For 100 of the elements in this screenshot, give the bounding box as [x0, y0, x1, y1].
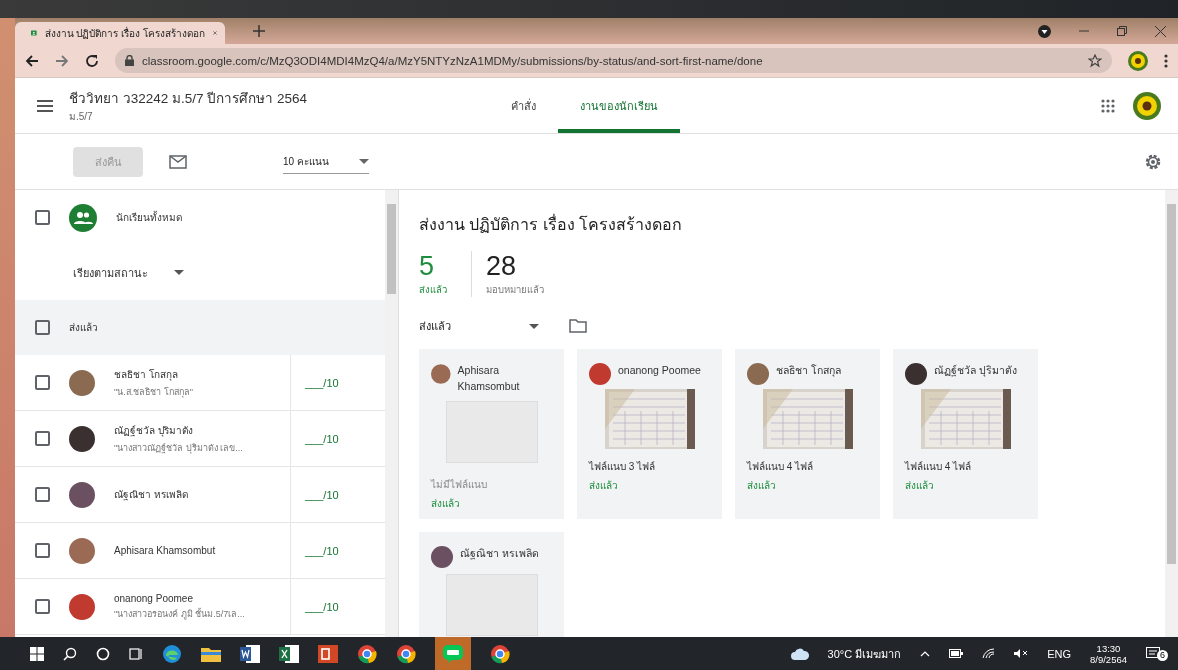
caret-icon	[174, 270, 184, 275]
attachment-count: ไฟล์แนบ 4 ไฟล์	[747, 460, 815, 474]
checkbox[interactable]	[35, 543, 50, 558]
reload-icon[interactable]	[85, 53, 99, 68]
course-section: ม.5/7	[69, 109, 489, 124]
apps-icon[interactable]	[1101, 98, 1115, 113]
attachment-count: ไฟล์แนบ 4 ไฟล์	[905, 460, 973, 474]
nav-tab[interactable]: งานของนักเรียน	[558, 78, 680, 133]
folder-icon[interactable]	[569, 319, 587, 333]
group-label: ส่งแล้ว	[69, 321, 98, 335]
star-icon[interactable]	[1088, 53, 1102, 68]
student-name: ณัฏฐ์ชวัล ปุริมาตัง	[934, 363, 1017, 379]
avatar-icon	[69, 481, 95, 508]
new-tab-icon[interactable]	[253, 25, 265, 37]
grade-field[interactable]: ___/10	[305, 376, 339, 389]
checkbox[interactable]	[35, 487, 50, 502]
checkbox[interactable]	[35, 375, 50, 390]
close-icon[interactable]	[1155, 25, 1166, 37]
submission-card[interactable]: ณัฏฐ์ชวัล ปุริมาตัง ไฟล์แนบ 4 ไฟล์ ส่งแล้ว	[893, 349, 1038, 519]
scrollbar[interactable]	[1165, 190, 1178, 637]
edge-icon[interactable]	[162, 643, 182, 664]
student-name: ณัฐณิชา หรเพลิด	[460, 546, 539, 562]
close-icon[interactable]	[212, 28, 217, 38]
account-avatar-icon[interactable]	[1133, 91, 1161, 120]
checkbox[interactable]	[35, 431, 50, 446]
chevron-up-icon[interactable]	[920, 650, 931, 657]
taskbar-app-button[interactable]	[435, 637, 471, 670]
profile-avatar-icon[interactable]	[1128, 50, 1148, 71]
course-title: ชีววิทยา ว32242 ม.5/7 ปีการศึกษา 2564	[69, 90, 309, 108]
student-name[interactable]: ณัฏฐ์ชวัล ปุริมาตัง	[114, 422, 243, 438]
submission-card[interactable]: ณัฐณิชา หรเพลิด	[419, 532, 564, 637]
powerpoint-icon[interactable]	[318, 644, 338, 663]
chat-bubble-icon	[443, 644, 463, 663]
forward-icon[interactable]	[55, 53, 69, 68]
chrome-icon[interactable]	[357, 643, 377, 664]
caret-icon	[359, 158, 369, 164]
grade-field[interactable]: ___/10	[305, 600, 339, 613]
submission-status: ส่งแล้ว	[431, 496, 461, 511]
checkbox[interactable]	[35, 210, 50, 225]
wifi-icon[interactable]	[982, 648, 996, 659]
all-students-label: นักเรียนทั้งหมด	[116, 210, 182, 225]
language-indicator[interactable]: ENG	[1047, 647, 1071, 660]
grade-field[interactable]: ___/10	[305, 432, 339, 445]
stat-label: ส่งแล้ว	[419, 283, 447, 297]
tab-title: ส่งงาน ปฏิบัติการ เรื่อง โครงสร้างดอก	[44, 25, 205, 41]
student-name[interactable]: ณัฐณิชา หรเพลิด	[114, 487, 188, 502]
muted-speaker-icon[interactable]	[1014, 648, 1029, 659]
url-text: classroom.google.com/c/MzQ3ODI4MDI4MzQ4/a/MzY5NTYzNzA1MDMy/submissions/by-status/and-sort-first-name/done	[142, 54, 763, 67]
weather-text[interactable]: 30°C มีเมฆมาก	[827, 644, 902, 663]
folder-icon[interactable]	[201, 645, 221, 662]
cloud-icon[interactable]	[790, 647, 809, 660]
student-name[interactable]: onanong Poomee	[114, 592, 245, 604]
nav-tab[interactable]: คำสั่ง	[489, 78, 558, 133]
address-bar[interactable]: classroom.google.com/c/MzQ3ODI4MDI4MzQ4/a/MzY5NTYzNzA1MDMy/submissions/by-status/and-sort-first-name/done	[115, 48, 1112, 73]
attachment-count: ไฟล์แนบ 3 ไฟล์	[589, 460, 657, 474]
chrome-icon[interactable]	[490, 643, 510, 664]
tab-search-icon[interactable]	[1038, 24, 1051, 38]
clock[interactable]: 13:30 8/9/2564	[1090, 642, 1127, 665]
browser-tab[interactable]: ส่งงาน ปฏิบัติการ เรื่อง โครงสร้างดอก	[15, 22, 225, 44]
grade-field[interactable]: ___/10	[305, 488, 339, 501]
chrome-icon[interactable]	[396, 643, 416, 664]
stat-count: 28	[486, 251, 518, 282]
menu-icon[interactable]	[37, 99, 53, 112]
back-icon[interactable]	[25, 53, 39, 68]
filter-dropdown[interactable]: ส่งแล้ว	[419, 317, 539, 335]
excel-icon[interactable]	[279, 644, 299, 663]
more-icon[interactable]	[1164, 53, 1168, 68]
scrollbar[interactable]	[385, 190, 398, 637]
student-name[interactable]: ชลธิชา โกสกุล	[114, 366, 193, 382]
checkbox[interactable]	[35, 599, 50, 614]
restore-icon[interactable]	[1117, 26, 1127, 36]
task-view-icon[interactable]	[129, 646, 143, 661]
battery-icon[interactable]	[949, 649, 964, 658]
windows-start-icon[interactable]	[30, 646, 44, 661]
lock-icon	[125, 55, 134, 66]
cortana-icon[interactable]	[96, 646, 110, 661]
sort-dropdown[interactable]: เรียงตามสถานะ	[73, 263, 184, 282]
submission-status: ส่งแล้ว	[905, 479, 935, 493]
avatar-icon	[69, 425, 95, 452]
submission-card[interactable]: Aphisara Khamsombut ไม่มีไฟล์แนบ ส่งแล้ว	[419, 349, 564, 519]
attachment-count: ไม่มีไฟล์แนบ	[431, 477, 488, 492]
search-icon[interactable]	[63, 646, 77, 661]
avatar-icon	[69, 369, 95, 396]
word-icon[interactable]	[240, 644, 260, 663]
student-name[interactable]: Aphisara Khamsombut	[114, 545, 216, 556]
submission-card[interactable]: ชลธิชา โกสกุล ไฟล์แนบ 4 ไฟล์ ส่งแล้ว	[735, 349, 880, 519]
submission-card[interactable]: onanong Poomee ไฟล์แนบ 3 ไฟล์ ส่งแล้ว	[577, 349, 722, 519]
private-comment: "นางสาวณัฏฐ์ชวัล ปุริมาตัง เลข...	[114, 441, 243, 455]
grade-field[interactable]: ___/10	[305, 544, 339, 557]
student-name: Aphisara Khamsombut	[457, 363, 521, 394]
group-icon	[69, 203, 97, 232]
settings-icon[interactable]	[1144, 152, 1162, 171]
stat-label: มอบหมายแล้ว	[486, 283, 544, 297]
avatar-icon	[69, 593, 95, 620]
caret-icon	[529, 323, 539, 329]
points-dropdown[interactable]: 10 คะแนน	[283, 149, 369, 174]
checkbox[interactable]	[35, 320, 50, 335]
assignment-title: ส่งงาน ปฏิบัติการ เรื่อง โครงสร้างดอก	[419, 213, 684, 235]
email-icon[interactable]	[169, 154, 187, 169]
student-name: ชลธิชา โกสกุล	[776, 363, 841, 379]
